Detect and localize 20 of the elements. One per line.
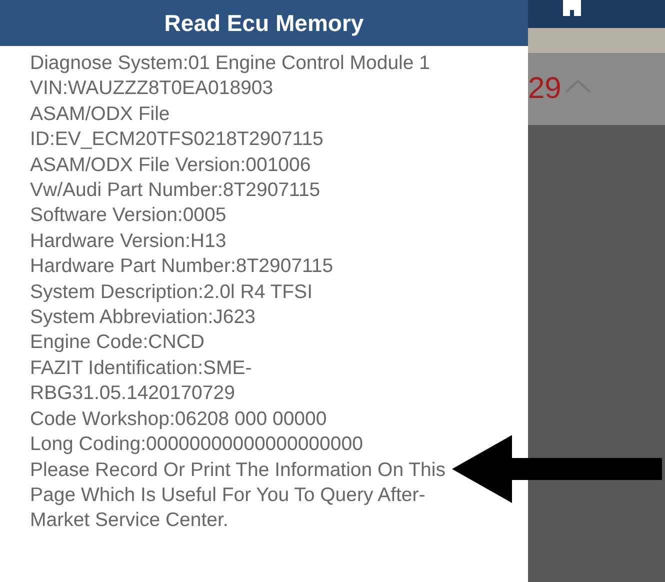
info-line: Hardware Version:H13 bbox=[30, 228, 228, 254]
info-line: ASAM/ODX File Version:001006 bbox=[30, 152, 312, 178]
info-line: FAZIT Identification:SME- bbox=[30, 356, 253, 381]
dialog-title: Read Ecu Memory bbox=[0, 0, 528, 46]
info-line: Hardware Part Number:8T2907115 bbox=[30, 254, 334, 280]
info-line: VIN:WAUZZZ8T0EA018903 bbox=[30, 76, 274, 102]
info-line: Code Workshop:06208 000 00000 bbox=[30, 406, 328, 432]
info-line: Diagnose System:01 Engine Control Module 1 bbox=[30, 51, 431, 76]
count-text: 29 bbox=[528, 72, 562, 106]
info-line: Long Coding:00000000000000000000 bbox=[30, 432, 364, 458]
info-line: System Abbreviation:J623 bbox=[30, 305, 256, 330]
info-line: ASAM/ODX File bbox=[30, 102, 171, 127]
info-line: RBG31.05.1420170729 bbox=[30, 381, 236, 406]
notice-text: Please Record Or Print The Information On This Page Which Is Useful For You To Query After-Market Service Center. bbox=[30, 458, 446, 534]
list-row[interactable]: 29 bbox=[528, 53, 665, 125]
info-line: ID:EV_ECM20TFS0218T2907115 bbox=[30, 127, 324, 152]
info-line: Engine Code:CNCD bbox=[30, 330, 206, 356]
info-line: System Description:2.0l R4 TFSI bbox=[30, 280, 314, 305]
info-line: Vw/Audi Part Number:8T2907115 bbox=[30, 178, 322, 204]
info-line: Software Version:0005 bbox=[30, 203, 228, 228]
